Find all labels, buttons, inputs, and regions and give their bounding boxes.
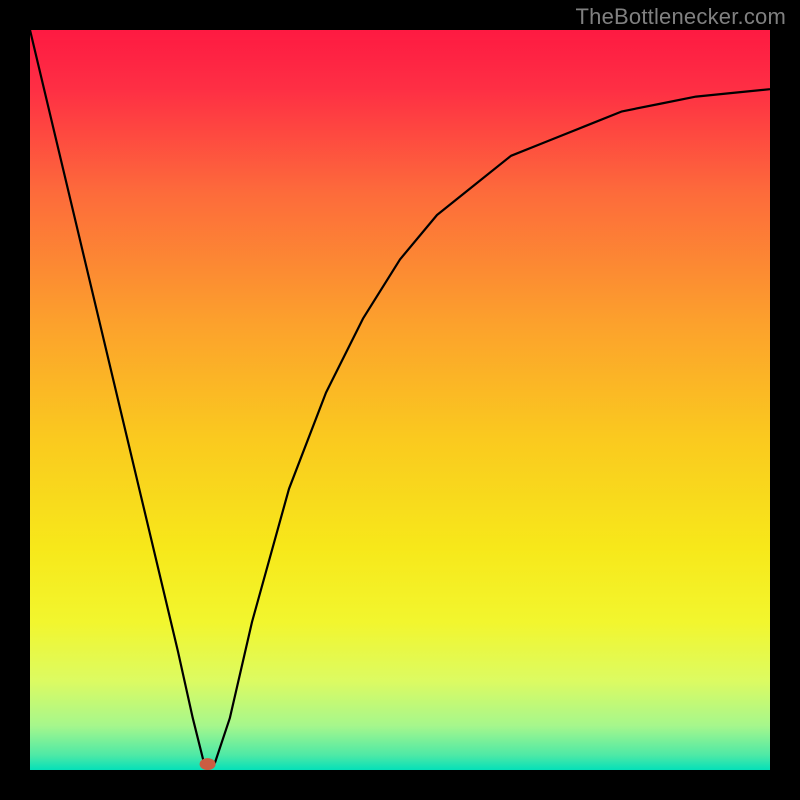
chart-frame: TheBottlenecker.com [0,0,800,800]
gradient-background [30,30,770,770]
optimum-marker [200,758,216,770]
plot-area [30,30,770,770]
bottleneck-chart [30,30,770,770]
attribution-text: TheBottlenecker.com [576,4,786,30]
